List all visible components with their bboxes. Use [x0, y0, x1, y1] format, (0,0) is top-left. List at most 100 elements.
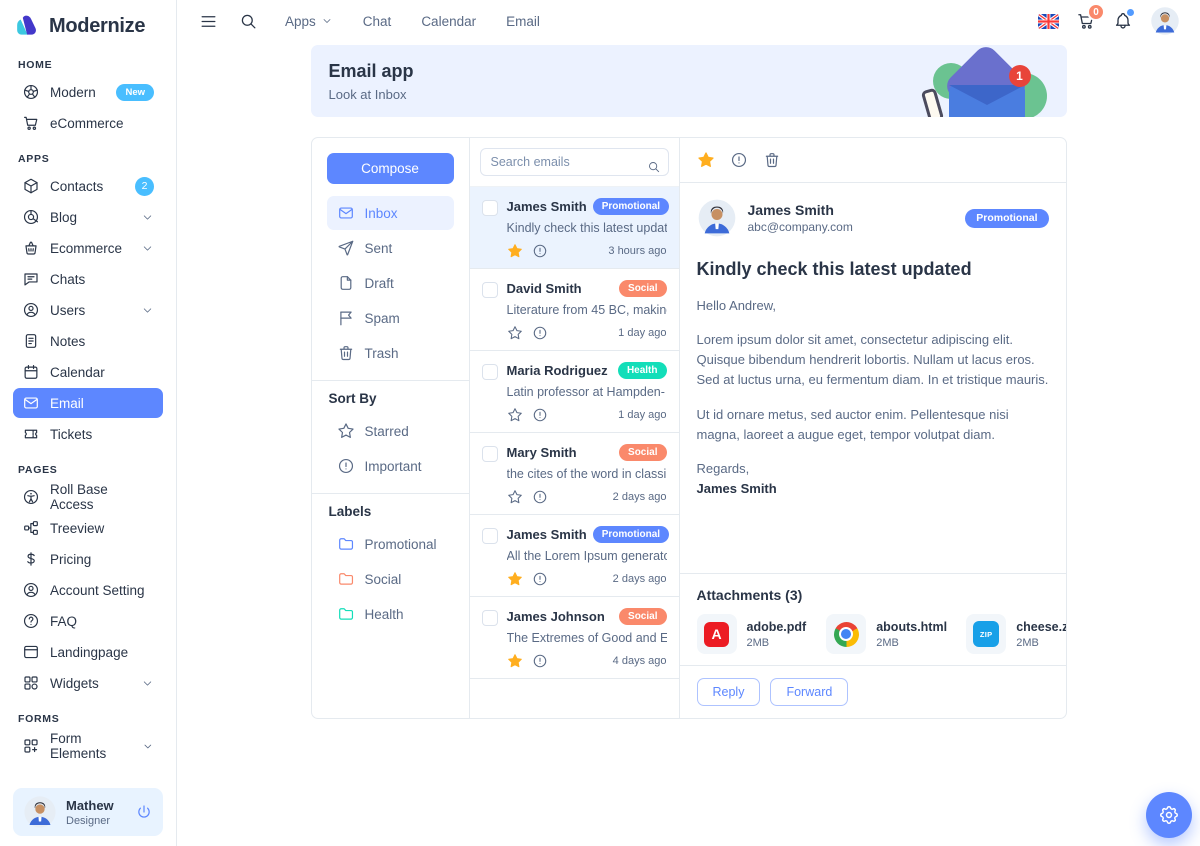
- sidebar-item[interactable]: Tickets: [13, 419, 163, 449]
- file-type-icon: [697, 614, 737, 654]
- send-icon: [337, 239, 355, 257]
- email-list-item[interactable]: David Smith Social Literature from 45 BC…: [470, 269, 679, 351]
- email-time: 3 hours ago: [608, 245, 666, 257]
- email-checkbox[interactable]: [482, 282, 498, 298]
- important-icon[interactable]: [730, 151, 748, 169]
- email-time: 2 days ago: [613, 491, 667, 503]
- important-icon[interactable]: [532, 571, 548, 587]
- label-badge: Social: [619, 280, 666, 297]
- notification-count-badge: 1: [1009, 65, 1031, 87]
- star-filled-icon[interactable]: [507, 653, 523, 669]
- sidebar-item-label: Treeview: [50, 521, 104, 536]
- attachment-item[interactable]: cheese.zip 2MB: [966, 614, 1065, 654]
- menu-icon[interactable]: [199, 12, 218, 31]
- label-badge: Promotional: [593, 526, 669, 543]
- star-filled-icon[interactable]: [507, 243, 523, 259]
- important-icon[interactable]: [532, 243, 548, 259]
- sidebar-item-label: eCommerce: [50, 116, 124, 131]
- profile-avatar[interactable]: [1150, 6, 1180, 36]
- brand-logo[interactable]: Modernize: [0, 8, 176, 44]
- sortby-item[interactable]: Important: [327, 449, 454, 483]
- sidebar-item[interactable]: Form Elements: [13, 731, 163, 761]
- email-checkbox[interactable]: [482, 610, 498, 626]
- search-icon[interactable]: [239, 12, 258, 31]
- email-time: 2 days ago: [613, 573, 667, 585]
- sidebar-item[interactable]: Widgets: [13, 668, 163, 698]
- attachment-item[interactable]: adobe.pdf 2MB: [697, 614, 807, 654]
- folder-item[interactable]: Trash: [327, 336, 454, 370]
- sidebar-item[interactable]: Contacts 2: [13, 171, 163, 201]
- sidebar-item[interactable]: Account Setting: [13, 575, 163, 605]
- email-checkbox[interactable]: [482, 364, 498, 380]
- sidebar-item[interactable]: Treeview: [13, 513, 163, 543]
- star-outline-icon[interactable]: [507, 489, 523, 505]
- sidebar-item[interactable]: Ecommerce: [13, 233, 163, 263]
- email-time: 4 days ago: [613, 655, 667, 667]
- labels-heading: Labels: [329, 504, 454, 519]
- sidebar-item[interactable]: Landingpage: [13, 637, 163, 667]
- topbar-link[interactable]: Calendar: [421, 14, 476, 29]
- email-checkbox[interactable]: [482, 528, 498, 544]
- sidebar-item[interactable]: Modern New: [13, 77, 163, 107]
- email-list-item[interactable]: James Smith Promotional All the Lorem Ip…: [470, 515, 679, 597]
- email-list-item[interactable]: Maria Rodriguez Health Latin professor a…: [470, 351, 679, 433]
- folder-item[interactable]: Draft: [327, 266, 454, 300]
- trash-icon[interactable]: [763, 151, 781, 169]
- sidebar-item[interactable]: Calendar: [13, 357, 163, 387]
- attachments-section: Attachments (3) adobe.pdf 2MB: [680, 573, 1066, 665]
- topbar-link[interactable]: Apps: [285, 14, 333, 29]
- forward-button[interactable]: Forward: [770, 678, 848, 706]
- sidebar-item-label: Ecommerce: [50, 241, 122, 256]
- sidebar-item[interactable]: Pricing: [13, 544, 163, 574]
- sidebar-item[interactable]: Users: [13, 295, 163, 325]
- email-checkbox[interactable]: [482, 200, 498, 216]
- notifications-bell-icon[interactable]: [1113, 11, 1133, 31]
- sidebar-item[interactable]: Email: [13, 388, 163, 418]
- compose-button[interactable]: Compose: [327, 153, 454, 184]
- email-checkbox[interactable]: [482, 446, 498, 462]
- sidebar-item[interactable]: eCommerce: [13, 108, 163, 138]
- sidebar-item[interactable]: Notes: [13, 326, 163, 356]
- page-banner: Email app Look at Inbox 1: [311, 45, 1067, 117]
- topbar-link[interactable]: Email: [506, 14, 540, 29]
- uk-flag-icon[interactable]: [1038, 14, 1059, 29]
- important-icon[interactable]: [532, 407, 548, 423]
- email-closing: Regards,: [697, 459, 1049, 479]
- settings-fab[interactable]: [1146, 792, 1192, 838]
- sidebar-user-card: Mathew Designer: [13, 788, 163, 836]
- attachment-item[interactable]: abouts.html 2MB: [826, 614, 946, 654]
- cart-icon[interactable]: 0: [1076, 11, 1096, 31]
- important-icon[interactable]: [532, 653, 548, 669]
- reply-button[interactable]: Reply: [697, 678, 761, 706]
- email-list-item[interactable]: James Smith Promotional Kindly check thi…: [470, 187, 679, 269]
- sidebar-item-label: Roll Base Access: [50, 482, 154, 512]
- email-list-item[interactable]: James Johnson Social The Extremes of Goo…: [470, 597, 679, 679]
- mail-label-item[interactable]: Health: [327, 597, 454, 631]
- sidebar-item[interactable]: Blog: [13, 202, 163, 232]
- email-preview: the cites of the word in classi...: [507, 467, 667, 481]
- mail-label-item[interactable]: Social: [327, 562, 454, 596]
- star-filled-icon[interactable]: [697, 151, 715, 169]
- important-icon[interactable]: [532, 489, 548, 505]
- mail-icon: [22, 394, 40, 412]
- nav-section-apps: Contacts 2 Blog: [13, 171, 163, 449]
- sidebar-item[interactable]: FAQ: [13, 606, 163, 636]
- sidebar-item[interactable]: Chats: [13, 264, 163, 294]
- search-icon: [647, 160, 661, 174]
- star-outline-icon[interactable]: [507, 407, 523, 423]
- star-filled-icon[interactable]: [507, 571, 523, 587]
- mail-label-item[interactable]: Promotional: [327, 527, 454, 561]
- sidebar-item[interactable]: Roll Base Access: [13, 482, 163, 512]
- folder-item[interactable]: Inbox: [327, 196, 454, 230]
- search-emails-input[interactable]: [480, 148, 669, 176]
- star-outline-icon[interactable]: [507, 325, 523, 341]
- topbar-link[interactable]: Chat: [363, 14, 392, 29]
- folder-item[interactable]: Spam: [327, 301, 454, 335]
- logout-power-icon[interactable]: [135, 803, 153, 821]
- email-list-item[interactable]: Mary Smith Social the cites of the word …: [470, 433, 679, 515]
- sortby-item[interactable]: Starred: [327, 414, 454, 448]
- important-icon[interactable]: [532, 325, 548, 341]
- folder-item[interactable]: Sent: [327, 231, 454, 265]
- attachment-name: adobe.pdf: [747, 620, 807, 634]
- attachment-size: 2MB: [876, 637, 947, 649]
